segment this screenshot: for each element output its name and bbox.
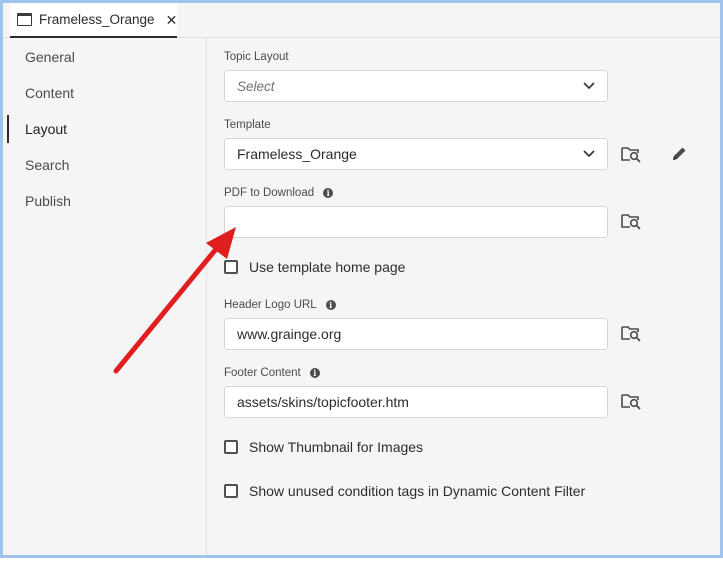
show-thumbnail-row[interactable]: Show Thumbnail for Images — [224, 439, 423, 455]
folder-search-icon[interactable] — [621, 212, 641, 230]
show-unused-checkbox[interactable] — [224, 484, 238, 498]
use-template-home-checkbox[interactable] — [224, 260, 238, 274]
sidebar-item-layout[interactable]: Layout — [3, 113, 207, 145]
sidebar-item-search[interactable]: Search — [3, 149, 207, 181]
footer-content-label: Footer Content i — [224, 367, 320, 379]
topic-layout-label-text: Topic Layout — [224, 51, 289, 63]
show-thumbnail-checkbox[interactable] — [224, 440, 238, 454]
info-icon[interactable]: i — [309, 368, 320, 378]
header-logo-label: Header Logo URL i — [224, 299, 336, 311]
pdf-label-text: PDF to Download — [224, 187, 315, 199]
info-icon[interactable]: i — [323, 188, 334, 198]
tab-label: Frameless_Orange — [39, 12, 155, 27]
topic-layout-select[interactable]: Select — [224, 70, 608, 102]
header-logo-value: www.grainge.org — [237, 326, 342, 342]
topic-layout-label: Topic Layout — [224, 51, 289, 63]
chevron-down-icon — [583, 150, 595, 157]
footer-content-input[interactable]: assets/skins/topicfooter.htm — [224, 386, 608, 418]
use-template-home-row[interactable]: Use template home page — [224, 259, 405, 275]
tab-bar: Frameless_Orange ✕ — [3, 3, 720, 38]
app-window: Frameless_Orange ✕ General Content Layou… — [0, 0, 723, 558]
chevron-down-icon — [583, 82, 595, 89]
sidebar-item-content[interactable]: Content — [3, 77, 207, 109]
header-logo-input[interactable]: www.grainge.org — [224, 318, 608, 350]
footer-content-label-text: Footer Content — [224, 367, 301, 379]
use-template-home-label: Use template home page — [249, 259, 406, 275]
pdf-input[interactable] — [224, 206, 608, 238]
info-icon[interactable]: i — [325, 300, 336, 310]
pdf-label: PDF to Download i — [224, 187, 334, 199]
folder-search-icon[interactable] — [621, 324, 641, 342]
folder-search-icon[interactable] — [621, 392, 641, 410]
tab-frameless-orange[interactable]: Frameless_Orange ✕ — [10, 3, 177, 38]
template-value: Frameless_Orange — [237, 146, 357, 162]
folder-search-icon[interactable] — [621, 145, 641, 163]
template-select[interactable]: Frameless_Orange — [224, 138, 608, 170]
footer-content-value: assets/skins/topicfooter.htm — [237, 394, 409, 410]
template-label-text: Template — [224, 119, 271, 131]
sidebar: General Content Layout Search Publish — [3, 39, 207, 555]
topic-layout-placeholder: Select — [237, 78, 275, 94]
show-unused-label: Show unused condition tags in Dynamic Co… — [249, 483, 586, 499]
sidebar-item-general[interactable]: General — [3, 41, 207, 73]
close-icon[interactable]: ✕ — [166, 13, 178, 27]
header-logo-label-text: Header Logo URL — [224, 299, 317, 311]
template-label: Template — [224, 119, 271, 131]
show-unused-row[interactable]: Show unused condition tags in Dynamic Co… — [224, 483, 585, 499]
layout-panel: Topic Layout Select Template Frameless_O… — [208, 39, 720, 555]
show-thumbnail-label: Show Thumbnail for Images — [249, 439, 424, 455]
window-icon — [17, 13, 32, 26]
pencil-icon[interactable] — [670, 145, 688, 163]
sidebar-item-publish[interactable]: Publish — [3, 185, 207, 217]
